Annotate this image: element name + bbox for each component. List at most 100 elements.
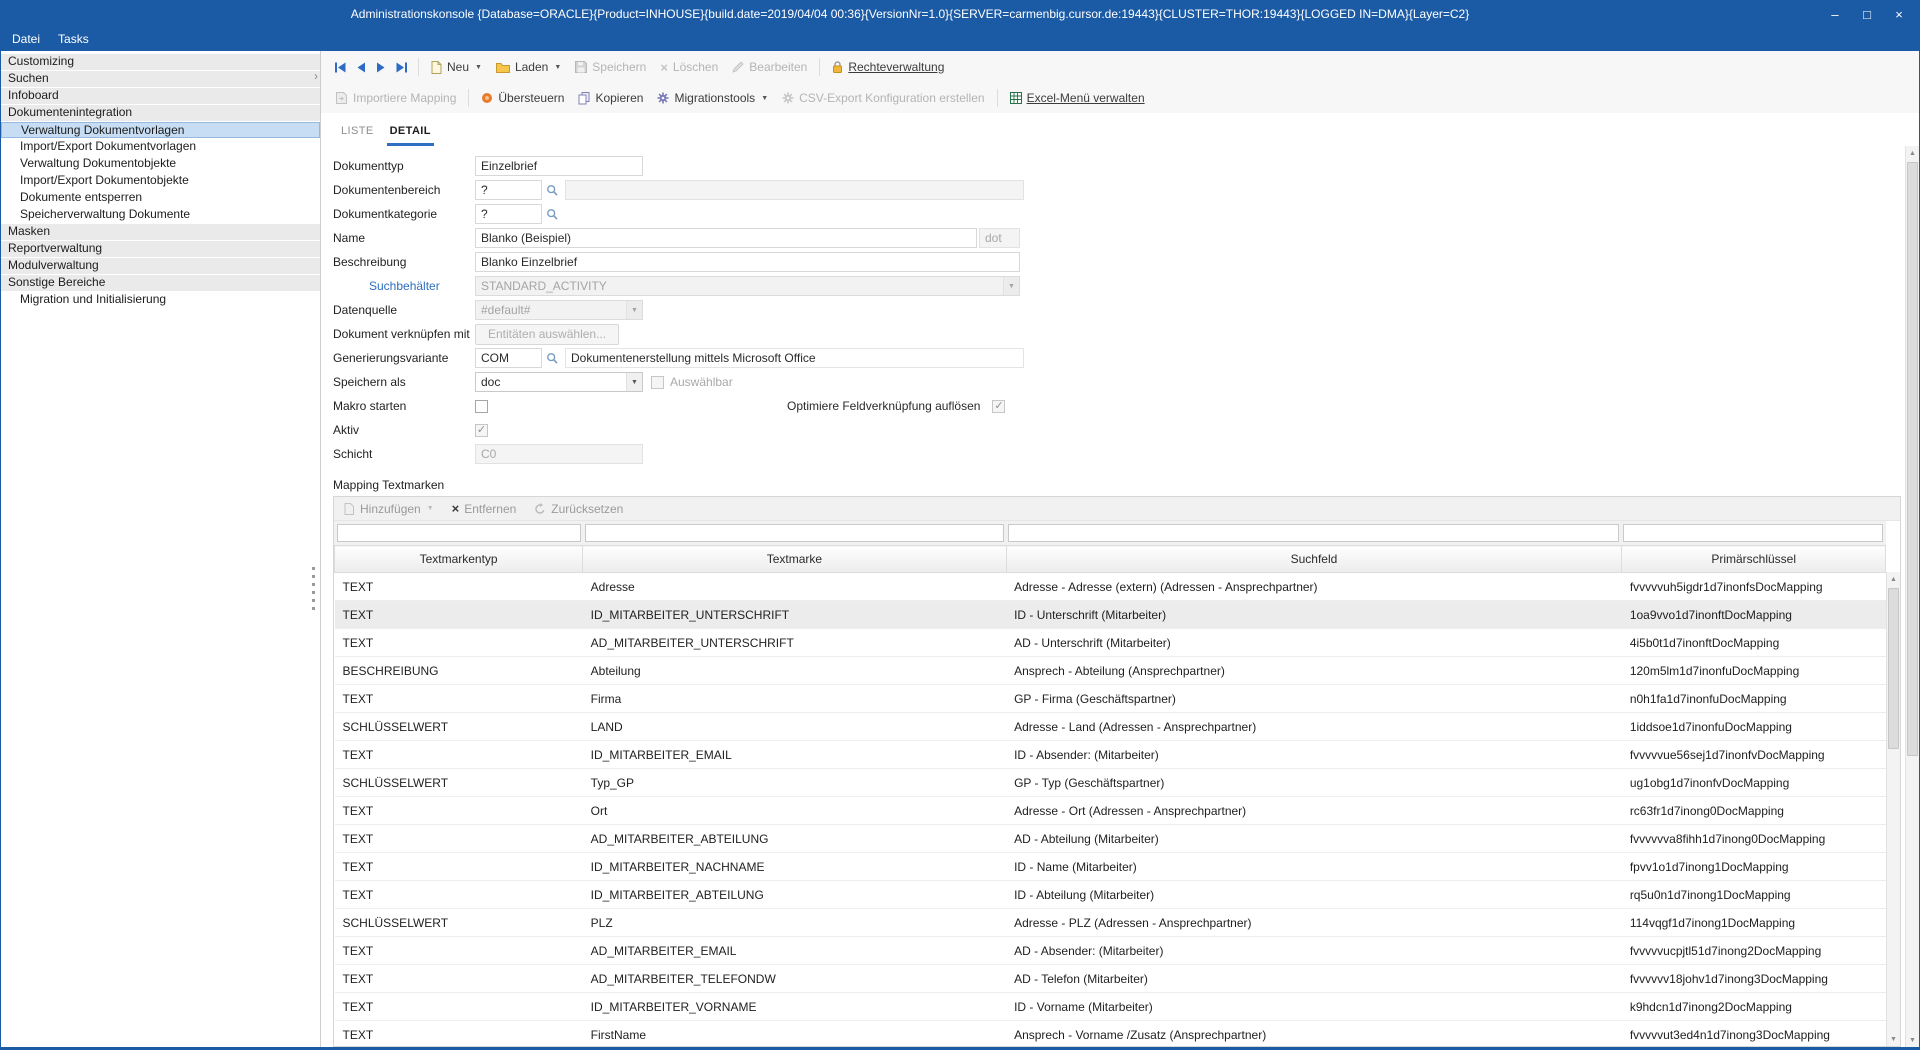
dokumenttyp-label: Dokumenttyp	[333, 159, 475, 173]
filter-input-textmarkentyp[interactable]	[337, 524, 581, 542]
sidebar-nav: CustomizingSuchenInfoboardDokumenteninte…	[1, 54, 320, 308]
copy-button[interactable]: Kopieren	[571, 88, 650, 108]
titlebar: Administrationskonsole {Database=ORACLE}…	[1, 1, 1919, 27]
table-row[interactable]: TEXTID_MITARBEITER_UNTERSCHRIFTID - Unte…	[335, 601, 1886, 629]
column-header[interactable]: Suchfeld	[1006, 546, 1622, 573]
table-row[interactable]: TEXTAD_MITARBEITER_EMAILAD - Absender: (…	[335, 937, 1886, 965]
excel-menu-button[interactable]: Excel-Menü verwalten	[1003, 88, 1152, 108]
column-header[interactable]: Primärschlüssel	[1622, 546, 1886, 573]
table-row[interactable]: TEXTID_MITARBEITER_ABTEILUNGID - Abteilu…	[335, 881, 1886, 909]
sidebar-item[interactable]: Import/Export Dokumentvorlagen	[1, 139, 320, 155]
table-cell: AD - Telefon (Mitarbeiter)	[1006, 965, 1622, 993]
table-row[interactable]: TEXTAD_MITARBEITER_ABTEILUNGAD - Abteilu…	[335, 825, 1886, 853]
import-mapping-button: Importiere Mapping	[329, 88, 463, 108]
table-row[interactable]: BESCHREIBUNGAbteilungAnsprech - Abteilun…	[335, 657, 1886, 685]
table-row[interactable]: TEXTID_MITARBEITER_NACHNAMEID - Name (Mi…	[335, 853, 1886, 881]
column-header[interactable]: Textmarkentyp	[335, 546, 583, 573]
speichern-als-dropdown[interactable]: doc ▼	[475, 372, 643, 392]
close-button[interactable]: ×	[1883, 3, 1915, 25]
table-row[interactable]: TEXTAdresseAdresse - Adresse (extern) (A…	[335, 573, 1886, 601]
last-record-icon	[395, 62, 408, 73]
table-row[interactable]: TEXTID_MITARBEITER_VORNAMEID - Vorname (…	[335, 993, 1886, 1021]
sidebar-item[interactable]: Reportverwaltung	[1, 241, 320, 257]
remove-mapping-button[interactable]: × Entfernen	[448, 500, 521, 518]
makro-starten-checkbox[interactable]	[475, 400, 488, 413]
dokumentenbereich-lookup-button[interactable]	[543, 180, 561, 200]
table-row[interactable]: SCHLÜSSELWERTPLZAdresse - PLZ (Adressen …	[335, 909, 1886, 937]
gear-icon	[657, 92, 669, 104]
table-row[interactable]: TEXTFirmaGP - Firma (Geschäftspartner)n0…	[335, 685, 1886, 713]
minimize-button[interactable]: –	[1819, 3, 1851, 25]
filter-input-suchfeld[interactable]	[1008, 524, 1619, 542]
dokumentenbereich-input[interactable]	[475, 180, 542, 200]
nav-last-button[interactable]	[390, 59, 413, 76]
sidebar-item[interactable]: Verwaltung Dokumentobjekte	[1, 156, 320, 172]
scroll-up-button[interactable]: ▲	[1906, 146, 1919, 160]
sidebar-item[interactable]: Import/Export Dokumentobjekte	[1, 173, 320, 189]
sidebar-item[interactable]: Modulverwaltung	[1, 258, 320, 274]
suchbehaelter-label[interactable]: Suchbehälter	[369, 279, 475, 293]
sidebar-item[interactable]: Customizing	[1, 54, 320, 70]
suchbehaelter-dropdown: STANDARD_ACTIVITY ▼	[475, 276, 1020, 296]
table-cell: TEXT	[335, 573, 583, 601]
sidebar-item[interactable]: Dokumente entsperren	[1, 190, 320, 206]
scrollbar-thumb[interactable]	[1888, 588, 1899, 749]
nav-first-button[interactable]	[329, 59, 352, 76]
sidebar-item[interactable]: Speicherverwaltung Dokumente	[1, 207, 320, 223]
sidebar-item[interactable]: Verwaltung Dokumentvorlagen	[1, 122, 320, 138]
nav-next-button[interactable]	[371, 59, 390, 76]
rights-management-button[interactable]: Rechteverwaltung	[825, 57, 951, 77]
pencil-icon	[732, 61, 744, 73]
name-input[interactable]	[475, 228, 977, 248]
scroll-down-button[interactable]: ▼	[1906, 1033, 1919, 1047]
generierungsvariante-input[interactable]	[475, 348, 542, 368]
table-row[interactable]: TEXTFirstNameAnsprech - Vorname /Zusatz …	[335, 1021, 1886, 1047]
table-cell: PLZ	[583, 909, 1006, 937]
sidebar-item[interactable]: Sonstige Bereiche	[1, 275, 320, 291]
table-cell: Adresse - Ort (Adressen - Ansprechpartne…	[1006, 797, 1622, 825]
menu-tasks[interactable]: Tasks	[49, 29, 98, 49]
reset-refresh-icon	[534, 503, 546, 515]
splitter-handle[interactable]	[312, 567, 315, 613]
mapping-grid: TextmarkentypTextmarkeSuchfeldPrimärschl…	[334, 521, 1886, 1046]
sidebar-item[interactable]: Masken	[1, 224, 320, 240]
load-button[interactable]: Laden ▼	[489, 57, 568, 77]
new-button[interactable]: Neu ▼	[424, 57, 489, 77]
beschreibung-input[interactable]	[475, 252, 1020, 272]
dokumentkategorie-input[interactable]	[475, 204, 542, 224]
tab-detail[interactable]: DETAIL	[387, 125, 434, 146]
excel-grid-icon	[1010, 92, 1022, 104]
scroll-down-button[interactable]: ▼	[1887, 1032, 1900, 1046]
sidebar-item[interactable]: Infoboard	[1, 88, 320, 104]
filter-input-textmarke[interactable]	[585, 524, 1004, 542]
entitaeten-auswaehlen-button: Entitäten auswählen...	[475, 324, 619, 345]
datenquelle-label: Datenquelle	[333, 303, 475, 317]
tab-liste[interactable]: LISTE	[338, 125, 377, 146]
table-row[interactable]: SCHLÜSSELWERTLANDAdresse - Land (Adresse…	[335, 713, 1886, 741]
table-row[interactable]: TEXTAD_MITARBEITER_TELEFONDWAD - Telefon…	[335, 965, 1886, 993]
sidebar-item[interactable]: Dokumentenintegration	[1, 105, 320, 121]
menu-datei[interactable]: Datei	[3, 29, 49, 49]
table-cell: fvvvvvue56sej1d7inonfvDocMapping	[1622, 741, 1886, 769]
migration-tools-button[interactable]: Migrationstools ▼	[650, 88, 775, 108]
generierungsvariante-lookup-button[interactable]	[543, 348, 561, 368]
table-cell: TEXT	[335, 1021, 583, 1047]
sidebar-collapse-icon[interactable]: ›	[314, 70, 318, 82]
maximize-button[interactable]: □	[1851, 3, 1883, 25]
override-button[interactable]: Übersteuern	[474, 88, 571, 108]
table-row[interactable]: TEXTID_MITARBEITER_EMAILID - Absender: (…	[335, 741, 1886, 769]
table-row[interactable]: SCHLÜSSELWERTTyp_GPGP - Typ (Geschäftspa…	[335, 769, 1886, 797]
scrollbar-thumb[interactable]	[1907, 162, 1918, 756]
dokumenttyp-input[interactable]	[475, 156, 643, 176]
window-title: Administrationskonsole {Database=ORACLE}…	[1, 7, 1819, 21]
sidebar-item[interactable]: Migration und Initialisierung	[1, 292, 320, 308]
table-cell: 120m5lm1d7inonfuDocMapping	[1622, 657, 1886, 685]
filter-input-primaerschluessel[interactable]	[1623, 524, 1883, 542]
dokumentkategorie-lookup-button[interactable]	[543, 204, 561, 224]
nav-previous-button[interactable]	[352, 59, 371, 76]
table-row[interactable]: TEXTAD_MITARBEITER_UNTERSCHRIFTAD - Unte…	[335, 629, 1886, 657]
table-row[interactable]: TEXTOrtAdresse - Ort (Adressen - Ansprec…	[335, 797, 1886, 825]
sidebar-item[interactable]: Suchen	[1, 71, 320, 87]
scroll-up-button[interactable]: ▲	[1887, 572, 1900, 586]
column-header[interactable]: Textmarke	[583, 546, 1006, 573]
